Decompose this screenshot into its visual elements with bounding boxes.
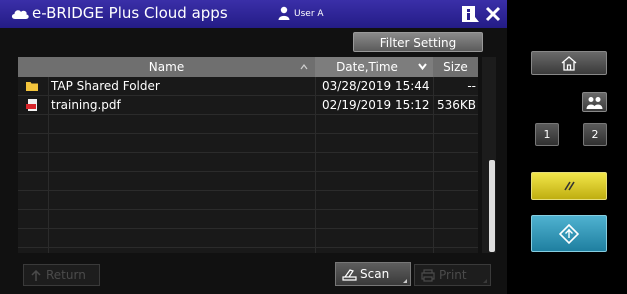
scanner-icon bbox=[342, 269, 357, 281]
column-header-date[interactable]: Date,Time bbox=[315, 57, 433, 77]
preset-1-button[interactable]: 1 bbox=[535, 123, 559, 146]
arrow-up-icon bbox=[31, 270, 41, 281]
sort-ascending-icon bbox=[300, 64, 308, 70]
column-header-size[interactable]: Size bbox=[433, 57, 478, 77]
title-bar: e-BRIDGE Plus Cloud apps User A bbox=[0, 0, 507, 28]
user-name: User A bbox=[294, 9, 324, 19]
clear-stop-icon bbox=[564, 181, 575, 191]
column-header-date-label: Date,Time bbox=[336, 60, 398, 74]
home-icon bbox=[561, 56, 577, 71]
info-icon[interactable] bbox=[461, 5, 479, 23]
scan-button[interactable]: Scan bbox=[335, 262, 411, 286]
start-icon bbox=[559, 224, 579, 244]
empty-row bbox=[18, 134, 478, 153]
pdf-file-icon bbox=[26, 99, 37, 111]
close-icon[interactable] bbox=[484, 5, 502, 23]
empty-row bbox=[18, 172, 478, 191]
filter-setting-button[interactable]: Filter Setting bbox=[353, 32, 483, 52]
preset-2-label: 2 bbox=[591, 128, 599, 141]
table-row[interactable]: training.pdf 02/19/2019 15:12 536KB bbox=[18, 96, 478, 115]
column-header-name-label: Name bbox=[148, 60, 185, 74]
empty-row bbox=[18, 229, 478, 248]
folder-icon bbox=[26, 82, 38, 91]
app-screen: e-BRIDGE Plus Cloud apps User A Filter S… bbox=[0, 0, 507, 294]
file-name: training.pdf bbox=[51, 98, 121, 112]
print-label: Print bbox=[439, 268, 467, 282]
corner-indicator bbox=[483, 279, 487, 283]
home-button[interactable] bbox=[531, 51, 607, 75]
users-icon bbox=[586, 97, 603, 109]
return-button: Return bbox=[23, 264, 100, 286]
scrollbar-thumb[interactable] bbox=[489, 160, 495, 252]
file-size: 536KB bbox=[436, 98, 476, 112]
chevron-down-icon bbox=[418, 63, 427, 70]
print-button: Print bbox=[414, 264, 491, 286]
file-date: 03/28/2019 15:44 bbox=[322, 79, 430, 93]
user-icon bbox=[278, 6, 290, 20]
file-name: TAP Shared Folder bbox=[51, 79, 160, 93]
corner-indicator bbox=[403, 279, 407, 283]
file-size: -- bbox=[467, 79, 476, 93]
preset-1-label: 1 bbox=[543, 128, 551, 141]
scan-label: Scan bbox=[360, 267, 390, 281]
table-header: Name Date,Time Size bbox=[18, 57, 478, 77]
return-label: Return bbox=[46, 268, 86, 282]
user-functions-button[interactable] bbox=[582, 92, 607, 112]
preset-2-button[interactable]: 2 bbox=[583, 123, 607, 146]
file-date: 02/19/2019 15:12 bbox=[322, 98, 430, 112]
empty-row bbox=[18, 115, 478, 134]
cloud-icon bbox=[11, 10, 29, 19]
start-button[interactable] bbox=[531, 215, 607, 252]
empty-row bbox=[18, 153, 478, 172]
printer-icon bbox=[421, 269, 435, 282]
empty-row bbox=[18, 210, 478, 229]
window-title: e-BRIDGE Plus Cloud apps bbox=[32, 4, 228, 22]
column-header-size-label: Size bbox=[443, 60, 468, 74]
file-table: Name Date,Time Size TAP Shared Folder 03… bbox=[18, 57, 478, 253]
clear-stop-button[interactable] bbox=[531, 172, 607, 200]
column-header-name[interactable]: Name bbox=[18, 57, 315, 77]
empty-row bbox=[18, 191, 478, 210]
table-row[interactable]: TAP Shared Folder 03/28/2019 15:44 -- bbox=[18, 77, 478, 96]
